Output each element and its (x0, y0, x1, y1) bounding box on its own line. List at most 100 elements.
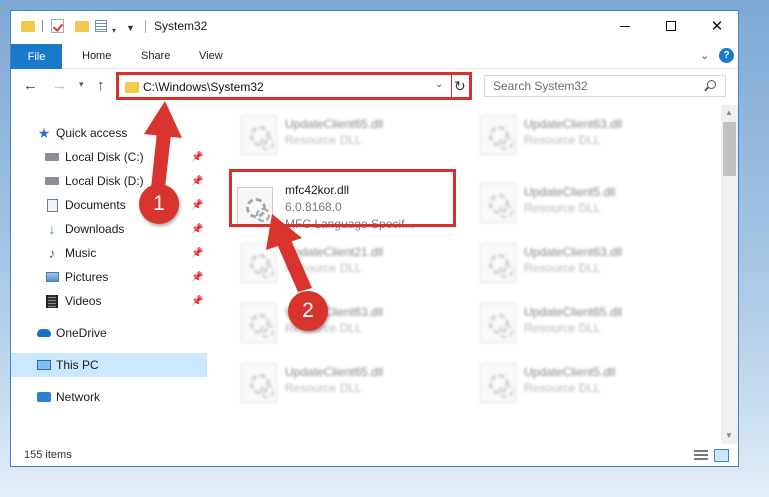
dll-file-icon (241, 363, 277, 403)
pin-icon[interactable]: 📌 (191, 200, 203, 211)
tab-share[interactable]: Share (141, 50, 170, 62)
properties-check-icon[interactable] (51, 19, 64, 33)
dll-file-icon (480, 303, 516, 343)
sidebar-item-videos[interactable]: Videos 📌 (11, 289, 207, 313)
large-icons-view-icon[interactable] (714, 449, 729, 462)
window-title: System32 (154, 19, 208, 33)
sidebar-item-local-disk-d[interactable]: Local Disk (D:) 📌 (11, 169, 207, 193)
search-icon[interactable] (707, 80, 716, 89)
sidebar-item-network[interactable]: Network (11, 385, 207, 409)
dll-file-icon (480, 115, 516, 155)
file-description: Resource DLL (524, 261, 601, 275)
sidebar-item-downloads[interactable]: ↓ Downloads 📌 (11, 217, 207, 241)
new-folder-icon[interactable] (75, 21, 89, 32)
file-name: UpdateClient65.dll (524, 305, 623, 319)
file-item[interactable]: UpdateClient5.dll Resource DLL (450, 175, 670, 229)
chevron-down-icon[interactable]: ⌄ (435, 79, 443, 90)
back-arrow-icon[interactable]: ← (23, 77, 38, 94)
sidebar-item-label: Documents (65, 198, 126, 212)
navigation-bar: ← → ▾ ↑ C:\Windows\System32 ⌄ ↻ Search S… (11, 69, 738, 105)
pin-icon[interactable]: 📌 (191, 296, 203, 307)
sidebar-item-label: Downloads (65, 222, 125, 236)
file-description: Resource DLL (524, 321, 601, 335)
status-bar: 155 items (11, 444, 738, 466)
close-button[interactable]: ✕ (694, 11, 738, 41)
vertical-scrollbar[interactable]: ▲ ▼ (721, 105, 738, 444)
dll-file-icon (480, 363, 516, 403)
refresh-icon[interactable]: ↻ (454, 78, 466, 95)
file-description: Resource DLL (285, 133, 362, 147)
properties-icon[interactable] (95, 20, 107, 32)
file-item[interactable]: UpdateClient65.dll Resource DLL (211, 355, 431, 409)
scroll-up-icon[interactable]: ▲ (725, 108, 733, 117)
network-icon (37, 390, 51, 404)
sidebar-item-label: Local Disk (C:) (65, 150, 144, 164)
pin-icon[interactable]: 📌 (191, 224, 203, 235)
scroll-thumb[interactable] (723, 122, 736, 176)
address-bar[interactable]: C:\Windows\System32 ⌄ ↻ (116, 72, 472, 100)
sidebar-item-local-disk-c[interactable]: Local Disk (C:) 📌 (11, 145, 207, 169)
title-divider (145, 20, 146, 33)
help-icon[interactable]: ? (719, 48, 734, 63)
sidebar-item-label: Music (65, 246, 97, 260)
address-path[interactable]: C:\Windows\System32 (143, 80, 264, 94)
file-item[interactable]: UpdateClient63.dll Resource DLL (450, 107, 670, 161)
dll-file-icon (480, 243, 516, 283)
sidebar-item-music[interactable]: ♪ Music 📌 (11, 241, 207, 265)
details-view-icon[interactable] (694, 450, 708, 462)
sidebar-item-label: Quick access (56, 126, 128, 140)
dll-file-icon (241, 303, 277, 343)
sidebar-item-label: This PC (56, 358, 99, 372)
dll-file-icon (241, 243, 277, 283)
sidebar-item-label: Pictures (65, 270, 109, 284)
pin-icon[interactable]: 📌 (191, 152, 203, 163)
folder-icon[interactable] (21, 21, 35, 32)
file-name: UpdateClient63.dll (524, 245, 623, 259)
sidebar-item-pictures[interactable]: Pictures 📌 (11, 265, 207, 289)
search-input[interactable]: Search System32 (493, 79, 588, 93)
file-name: UpdateClient21.dll (285, 245, 384, 259)
forward-arrow-icon[interactable]: → (52, 77, 67, 94)
drive-icon (45, 174, 59, 188)
sidebar-item-label: Local Disk (D:) (65, 174, 144, 188)
star-icon: ★ (37, 124, 51, 141)
step-2-badge: 2 (288, 291, 328, 331)
recent-locations-icon[interactable]: ▾ (79, 79, 84, 90)
dll-file-icon (241, 115, 277, 155)
maximize-button[interactable] (648, 11, 694, 41)
sidebar-item-quick-access[interactable]: ★ Quick access (11, 121, 207, 145)
up-arrow-icon[interactable]: ↑ (97, 77, 105, 94)
documents-icon (45, 198, 59, 212)
file-item[interactable]: UpdateClient5.dll Resource DLL (450, 355, 670, 409)
tab-file[interactable]: File (11, 44, 62, 69)
sidebar-item-onedrive[interactable]: OneDrive (11, 321, 207, 345)
file-item[interactable]: UpdateClient21.dll Resource DLL (211, 235, 431, 289)
title-bar: ▾ ▼ System32 ✕ (11, 11, 738, 41)
customize-toolbar-icon[interactable]: ▼ (126, 20, 135, 36)
scroll-down-icon[interactable]: ▼ (725, 431, 733, 440)
dll-file-icon (480, 183, 516, 223)
file-name: UpdateClient65.dll (285, 117, 384, 131)
minimize-button[interactable] (602, 11, 648, 41)
expand-ribbon-icon[interactable]: ⌄ (700, 49, 709, 62)
step-1-badge: 1 (139, 184, 179, 224)
tab-home[interactable]: Home (82, 50, 111, 62)
chevron-down-icon[interactable]: ▾ (112, 22, 116, 38)
pin-icon[interactable]: 📌 (191, 176, 203, 187)
file-item[interactable]: UpdateClient65.dll Resource DLL (211, 107, 431, 161)
drive-icon (45, 150, 59, 164)
music-icon: ♪ (48, 245, 56, 261)
pictures-icon (45, 270, 59, 284)
pin-icon[interactable]: 📌 (191, 272, 203, 283)
sidebar-item-label: Network (56, 390, 101, 404)
file-item[interactable]: UpdateClient65.dll Resource DLL (450, 295, 670, 349)
cloud-icon (37, 326, 51, 340)
sidebar-item-this-pc[interactable]: This PC (11, 353, 207, 377)
folder-icon (125, 82, 139, 93)
tab-view[interactable]: View (199, 50, 223, 62)
search-box[interactable]: Search System32 (484, 75, 726, 97)
item-count: 155 items (24, 449, 72, 461)
file-item[interactable]: UpdateClient63.dll Resource DLL (450, 235, 670, 289)
file-name: UpdateClient5.dll (524, 365, 616, 379)
pin-icon[interactable]: 📌 (191, 248, 203, 259)
